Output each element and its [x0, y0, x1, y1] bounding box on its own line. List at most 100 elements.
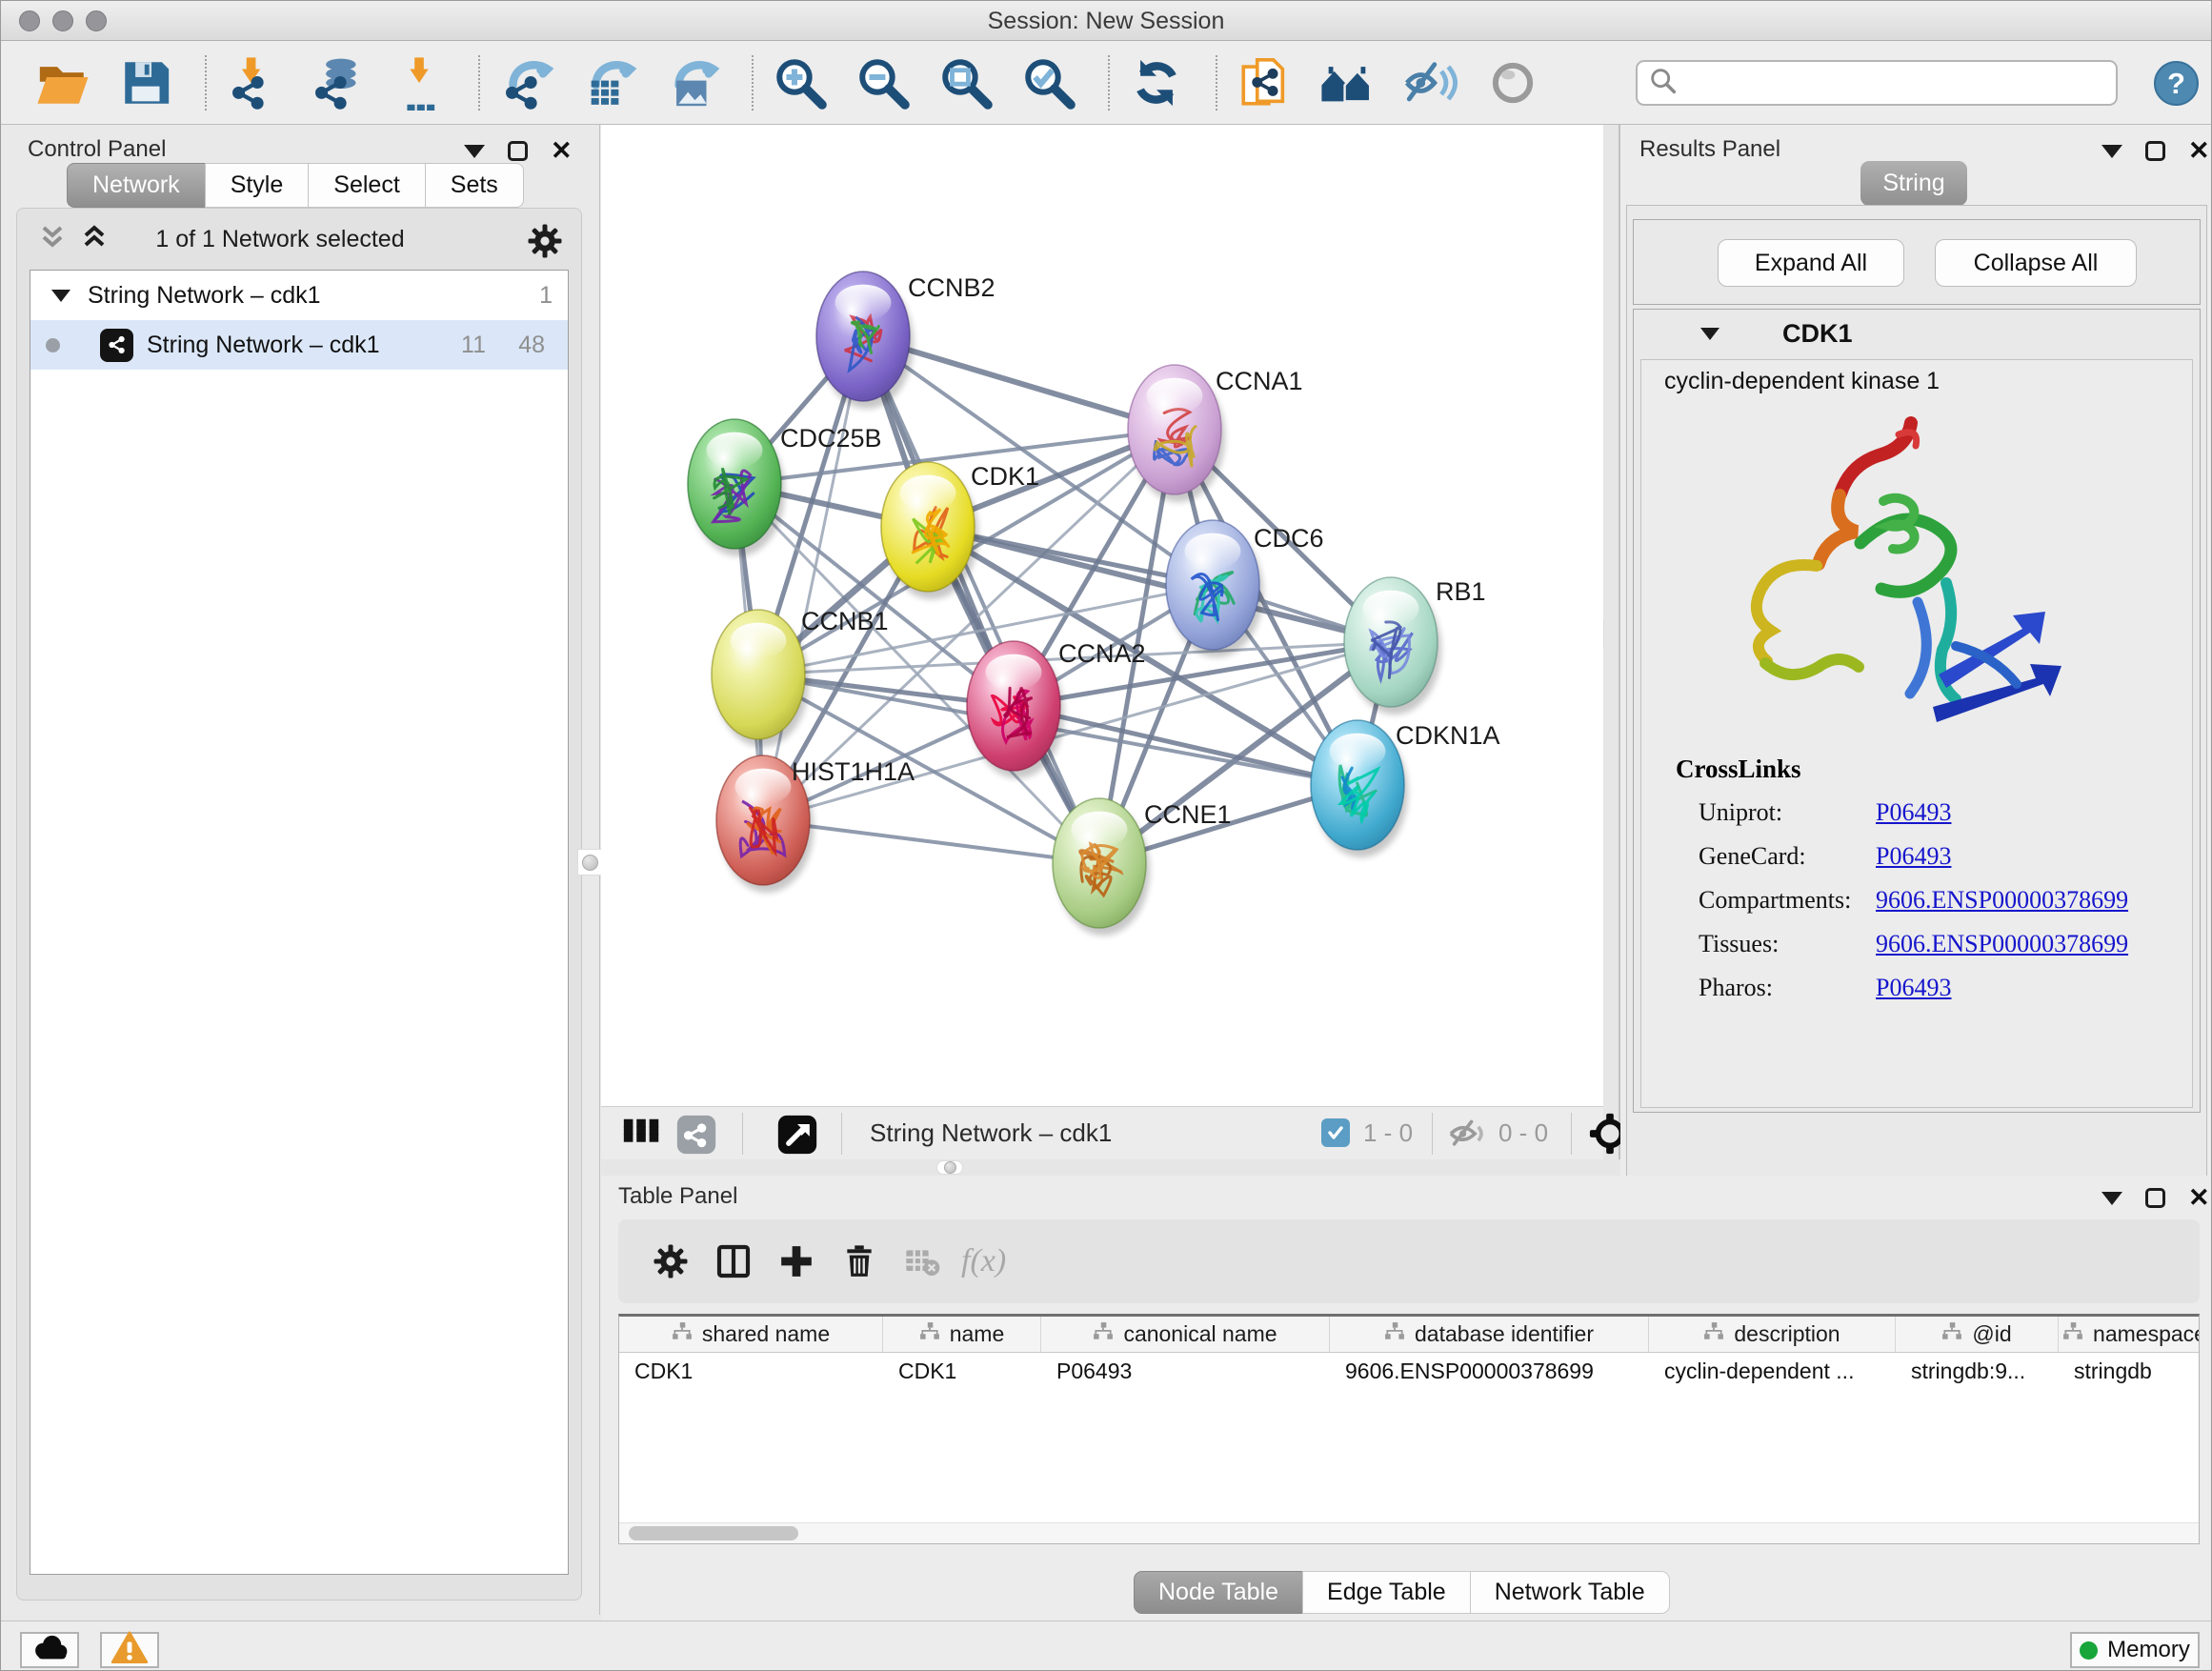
column-header-label: shared name: [702, 1321, 830, 1347]
panel-float-icon[interactable]: [508, 141, 528, 161]
save-session-icon[interactable]: [116, 52, 175, 113]
crosslink-label: Pharos:: [1699, 974, 1876, 1002]
tab-string[interactable]: String: [1860, 161, 1967, 206]
collection-collapse-icon[interactable]: [51, 290, 70, 302]
tab-select[interactable]: Select: [308, 163, 425, 208]
string-share-icon[interactable]: [675, 1114, 717, 1160]
tab-edge-table[interactable]: Edge Table: [1302, 1571, 1471, 1614]
table-cell[interactable]: CDK1: [619, 1353, 883, 1389]
node-label-RB1: RB1: [1436, 577, 1486, 606]
protein-collapse-icon[interactable]: [1700, 328, 1719, 340]
table-cell[interactable]: CDK1: [883, 1353, 1041, 1389]
zoom-selected-icon[interactable]: [1019, 52, 1078, 113]
tab-network[interactable]: Network: [67, 163, 206, 208]
search-input[interactable]: [1679, 69, 2099, 97]
selected-checkbox-icon[interactable]: [1321, 1118, 1350, 1147]
expand-all-button[interactable]: Expand All: [1718, 239, 1904, 287]
collapse-all-button[interactable]: Collapse All: [1935, 239, 2137, 287]
import-database-icon[interactable]: [307, 52, 366, 113]
crosslink-link[interactable]: P06493: [1876, 798, 1951, 827]
table-settings-gear-icon[interactable]: [639, 1235, 702, 1288]
node-CCNB2[interactable]: CCNB2: [816, 272, 995, 409]
crosslink-link[interactable]: 9606.ENSP00000378699: [1876, 886, 2128, 915]
tab-network-table[interactable]: Network Table: [1470, 1571, 1670, 1614]
crosslink-link[interactable]: P06493: [1876, 974, 1951, 1002]
add-column-icon[interactable]: [765, 1235, 828, 1288]
table-float-icon[interactable]: [2145, 1188, 2165, 1208]
show-columns-icon[interactable]: [702, 1235, 765, 1288]
node-CDKN1A[interactable]: CDKN1A: [1311, 720, 1500, 857]
cloud-button[interactable]: [20, 1632, 79, 1668]
node-CDC6[interactable]: CDC6: [1166, 520, 1324, 657]
protein-description: cyclin-dependent kinase 1: [1664, 368, 1940, 395]
edge-count: 48: [518, 332, 545, 359]
export-image-icon[interactable]: [663, 52, 722, 113]
warning-button[interactable]: [100, 1632, 159, 1668]
tab-node-table[interactable]: Node Table: [1134, 1571, 1303, 1614]
grid-view-icon[interactable]: [620, 1114, 664, 1162]
column-header-name[interactable]: name: [883, 1317, 1041, 1352]
column-header-description[interactable]: description: [1649, 1317, 1896, 1352]
table-hscrollbar[interactable]: [619, 1522, 2199, 1543]
import-network-icon[interactable]: [224, 52, 283, 113]
network-canvas[interactable]: CCNB2CCNA1CDC25BCDK1CDC6RB1CCNB1CCNA2CDK…: [601, 125, 1603, 1106]
open-session-icon[interactable]: [33, 52, 92, 113]
column-header-@id[interactable]: @id: [1896, 1317, 2059, 1352]
delete-column-icon[interactable]: [828, 1235, 891, 1288]
crosslink-link[interactable]: 9606.ENSP00000378699: [1876, 930, 2128, 958]
column-header-database-identifier[interactable]: database identifier: [1330, 1317, 1649, 1352]
help-icon[interactable]: ?: [2154, 61, 2199, 106]
show-panel-icon[interactable]: [1483, 52, 1542, 113]
table-cell[interactable]: 9606.ENSP00000378699: [1330, 1353, 1649, 1389]
node-table[interactable]: shared name namecanonical namedatabase id…: [618, 1314, 2200, 1544]
table-hscrollbar-thumb[interactable]: [629, 1526, 798, 1540]
node-HIST1H1A[interactable]: HIST1H1A: [716, 755, 915, 893]
table-cell[interactable]: P06493: [1041, 1353, 1330, 1389]
column-header-canonical-name[interactable]: canonical name: [1041, 1317, 1330, 1352]
memory-button[interactable]: Memory: [2070, 1632, 2200, 1668]
node-CCNA1[interactable]: CCNA1: [1128, 365, 1303, 502]
table-row[interactable]: CDK1CDK1P064939606.ENSP00000378699cyclin…: [619, 1353, 2199, 1389]
results-float-icon[interactable]: [2145, 141, 2165, 161]
search-box[interactable]: [1636, 60, 2118, 106]
edge-CCNB2-HIST1H1A[interactable]: [763, 336, 863, 820]
left-splitter-handle[interactable]: [577, 849, 602, 876]
export-table-icon[interactable]: [580, 52, 639, 113]
crosslink-link[interactable]: P06493: [1876, 842, 1951, 871]
column-header-shared-name[interactable]: shared name: [619, 1317, 883, 1352]
panel-close-icon[interactable]: ✕: [551, 138, 573, 164]
network-row[interactable]: String Network – cdk1 11 48: [30, 320, 568, 370]
protein-section-header[interactable]: CDK1: [1634, 310, 2200, 357]
horizontal-splitter-handle[interactable]: [936, 1160, 963, 1175]
table-cell[interactable]: cyclin-dependent ...: [1649, 1353, 1896, 1389]
table-cell[interactable]: stringdb:9...: [1896, 1353, 2059, 1389]
export-network-icon[interactable]: [497, 52, 556, 113]
results-menu-icon[interactable]: [2101, 145, 2122, 158]
status-bar: Memory: [1, 1621, 2211, 1671]
network-graph[interactable]: CCNB2CCNA1CDC25BCDK1CDC6RB1CCNB1CCNA2CDK…: [601, 125, 1603, 1106]
table-cell[interactable]: stringdb: [2059, 1353, 2200, 1389]
hide-panel-icon[interactable]: [1400, 52, 1459, 113]
network-collection-row[interactable]: String Network – cdk1 1: [30, 271, 568, 320]
zoom-fit-icon[interactable]: [936, 52, 995, 113]
network-options-gear-icon[interactable]: [526, 222, 564, 265]
results-close-icon[interactable]: ✕: [2188, 138, 2210, 164]
edge-CCNA2-CDKN1A[interactable]: [1014, 706, 1357, 785]
protein-detail-box: cyclin-dependent kinase 1: [1640, 359, 2193, 1108]
table-body: CDK1CDK1P064939606.ENSP00000378699cyclin…: [619, 1353, 2199, 1389]
refresh-icon[interactable]: [1127, 52, 1186, 113]
tab-sets[interactable]: Sets: [425, 163, 524, 208]
string-home-icon[interactable]: [1317, 52, 1377, 113]
tab-style[interactable]: Style: [205, 163, 310, 208]
zoom-in-icon[interactable]: [771, 52, 830, 113]
column-header-namespace[interactable]: namespace: [2059, 1317, 2200, 1352]
clone-network-icon[interactable]: [1235, 52, 1294, 113]
import-table-icon[interactable]: [390, 52, 449, 113]
panel-menu-icon[interactable]: [464, 145, 485, 158]
birdseye-view-icon[interactable]: [776, 1114, 818, 1160]
zoom-out-icon[interactable]: [854, 52, 913, 113]
node-CCNE1[interactable]: CCNE1: [1053, 798, 1232, 936]
table-close-icon[interactable]: ✕: [2188, 1185, 2210, 1211]
table-menu-icon[interactable]: [2101, 1192, 2122, 1205]
node-RB1[interactable]: RB1: [1344, 577, 1486, 715]
